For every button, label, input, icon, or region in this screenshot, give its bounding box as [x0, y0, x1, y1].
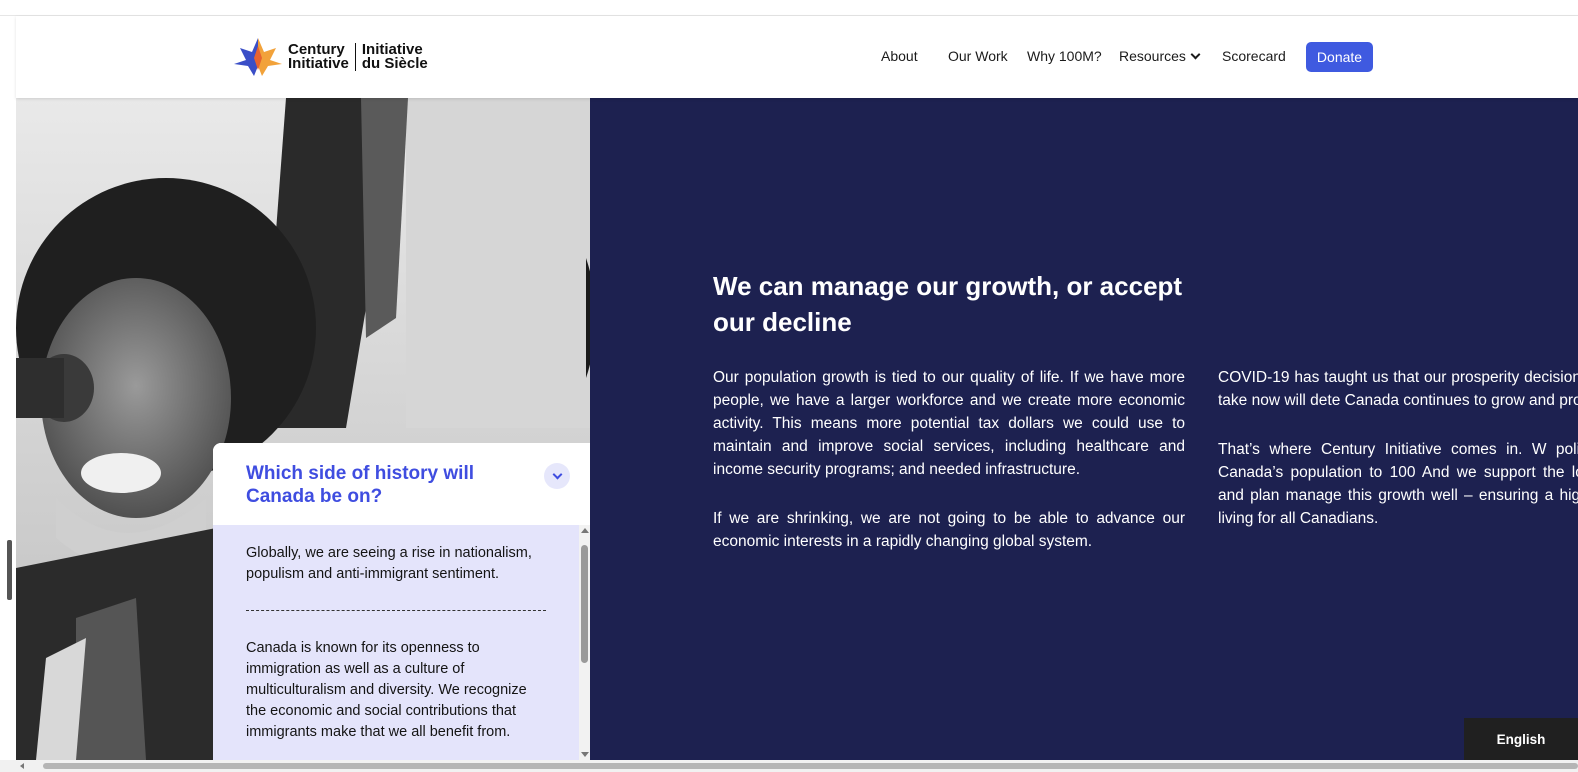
donate-button[interactable]: Donate — [1306, 42, 1373, 72]
section-heading: We can manage our growth, or accept our … — [713, 271, 1183, 337]
maple-leaf-logo-icon — [234, 38, 282, 76]
gutter-scroll-marker — [7, 540, 12, 600]
nav-about[interactable]: About — [881, 48, 918, 64]
horizontal-scrollbar-thumb[interactable] — [43, 763, 1578, 769]
dashed-divider — [246, 610, 546, 611]
nav-resources-label: Resources — [1119, 48, 1186, 64]
text-column-left: Our population growth is tied to our qua… — [713, 366, 1185, 579]
growth-section: We can manage our growth, or accept our … — [590, 98, 1578, 760]
paragraph: That’s where Century Initiative comes in… — [1218, 441, 1578, 527]
browser-top-strip — [0, 0, 1578, 16]
logo-fr-line2: du Siècle — [361, 55, 428, 72]
site-header: Century Initiative Initiative du Siècle … — [16, 16, 1578, 98]
accordion-scrollbar[interactable] — [579, 525, 590, 760]
paragraph: If we are shrinking, we are not going to… — [713, 510, 1185, 550]
chevron-down-icon — [552, 469, 562, 479]
scroll-up-arrow-icon[interactable] — [581, 528, 589, 533]
paragraph: Our population growth is tied to our qua… — [713, 369, 1185, 478]
accordion-body: Globally, we are seeing a rise in nation… — [213, 525, 579, 760]
nav-resources[interactable]: Resources — [1119, 48, 1201, 64]
scroll-left-arrow-icon[interactable] — [20, 763, 24, 769]
history-accordion: Which side of history will Canada be on?… — [213, 443, 590, 760]
nav-scorecard[interactable]: Scorecard — [1222, 48, 1286, 64]
accordion-title: Which side of history will Canada be on? — [246, 463, 475, 507]
scrollbar-thumb[interactable] — [581, 545, 588, 663]
accordion-paragraph: Globally, we are seeing a rise in nation… — [246, 545, 532, 582]
scroll-down-arrow-icon[interactable] — [581, 752, 589, 757]
accordion-paragraph: Canada is known for its openness to immi… — [246, 640, 527, 740]
language-selector[interactable]: English — [1464, 718, 1578, 760]
chevron-down-icon — [1190, 49, 1201, 60]
nav-why-100m[interactable]: Why 100M? — [1027, 48, 1102, 64]
left-gutter — [0, 16, 16, 760]
accordion-toggle-button[interactable] — [544, 463, 570, 489]
logo-divider — [354, 43, 356, 71]
accordion-header[interactable]: Which side of history will Canada be on? — [213, 443, 590, 525]
paragraph: COVID-19 has taught us that our prosperi… — [1218, 369, 1578, 409]
nav-our-work[interactable]: Our Work — [948, 48, 1008, 64]
logo-en-line2: Initiative — [288, 55, 349, 72]
site-logo[interactable]: Century Initiative Initiative du Siècle — [232, 36, 428, 78]
text-column-right: COVID-19 has taught us that our prosperi… — [1218, 366, 1578, 556]
horizontal-scrollbar[interactable] — [0, 760, 1578, 772]
